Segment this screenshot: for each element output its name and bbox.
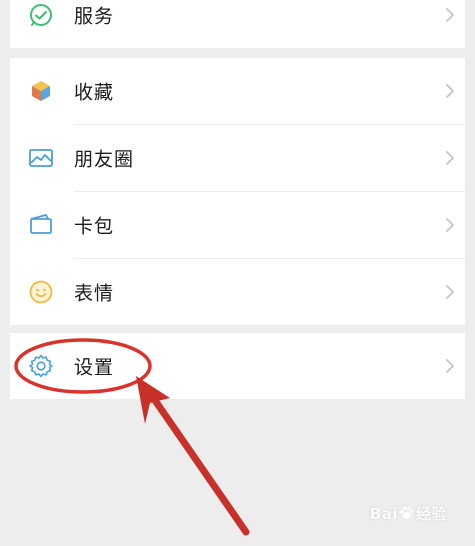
menu-row-card-wallet[interactable]: 卡包 [10,192,465,258]
watermark-text-right: 经验 [415,505,447,523]
settings-icon [28,353,54,379]
menu-row-label: 收藏 [74,81,115,104]
menu-row-label: 服务 [74,5,115,28]
menu-row-label: 卡包 [74,215,115,238]
service-icon [28,2,54,28]
wechat-me-screen: 服务 收藏 朋友圈 卡包 表情 设置 Bai 经验 [0,0,475,546]
chevron-right-icon [443,216,457,234]
pointer-arrow-shaft [148,392,250,536]
watermark: Bai 经验 [370,503,447,524]
menu-row-label: 朋友圈 [74,148,135,171]
chevron-right-icon [443,6,457,24]
settings-group: 设置 [10,333,465,399]
baidu-paw-icon [399,505,415,521]
moments-icon [28,145,54,171]
chevron-right-icon [443,149,457,167]
menu-row-settings[interactable]: 设置 [10,333,465,399]
menu-row-stickers[interactable]: 表情 [10,259,465,325]
menu-row-favorites[interactable]: 收藏 [10,58,465,124]
menu-row-moments[interactable]: 朋友圈 [10,125,465,191]
card-wallet-icon [28,212,54,238]
watermark-text-left: Bai [369,505,398,523]
menu-row-service[interactable]: 服务 [10,0,465,48]
favorites-icon [28,78,54,104]
chevron-right-icon [443,357,457,375]
chevron-right-icon [443,82,457,100]
sticker-icon [28,279,54,305]
features-group: 收藏 朋友圈 卡包 表情 [10,58,465,325]
menu-row-label: 表情 [74,282,115,305]
menu-row-label: 设置 [74,356,115,379]
chevron-right-icon [443,283,457,301]
service-group: 服务 [10,0,465,48]
